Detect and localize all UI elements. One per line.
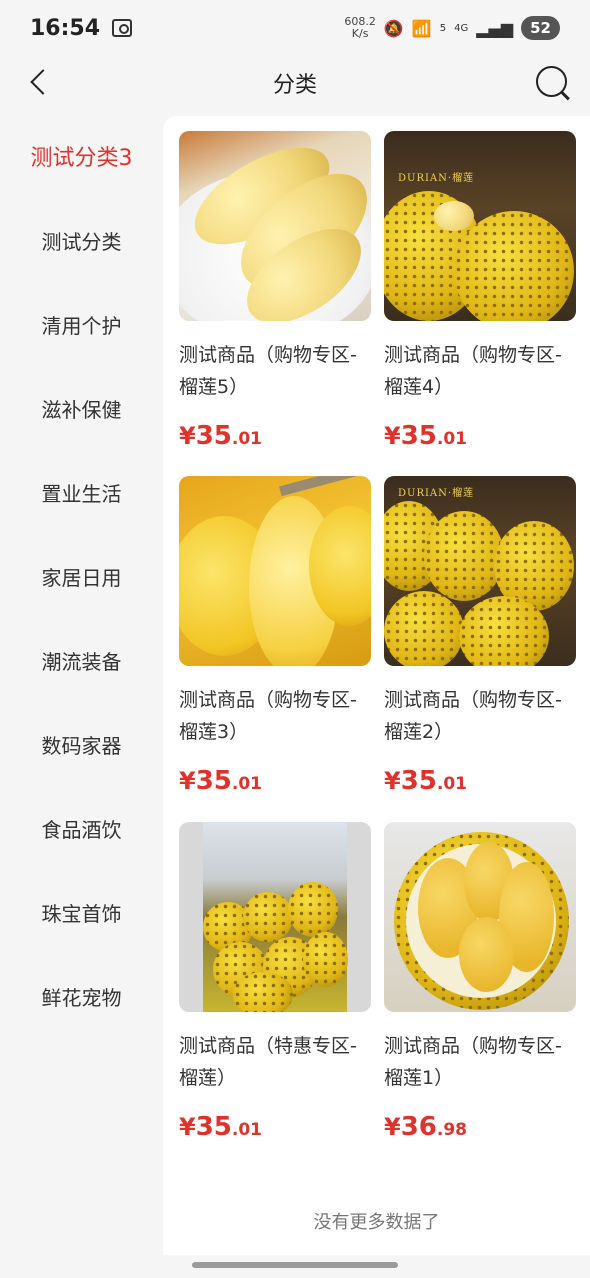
- sidebar-item-digital[interactable]: 数码家器: [0, 714, 163, 774]
- price-decimal: .01: [231, 774, 263, 794]
- product-card[interactable]: DURIAN·榴莲 测试商品（购物专区-榴莲2） ¥35.01: [384, 476, 576, 796]
- durian-fruit: [459, 596, 549, 666]
- nav-bar: 分类: [0, 56, 590, 110]
- wifi-icon: 📶: [411, 18, 432, 38]
- page-title: 分类: [272, 73, 317, 98]
- product-image[interactable]: DURIAN·榴莲: [384, 476, 576, 666]
- product-image[interactable]: [179, 476, 371, 666]
- product-price: ¥35.01: [384, 421, 576, 451]
- price-decimal: .01: [436, 774, 468, 794]
- mute-icon: 🔕: [383, 18, 404, 38]
- price-symbol: ¥: [179, 767, 196, 795]
- product-image[interactable]: [179, 822, 371, 1012]
- product-name[interactable]: 测试商品（购物专区-榴莲1）: [384, 1030, 576, 1094]
- status-right: 608.2 K/s 🔕 📶 5 4G ▂▄▆ 52: [344, 16, 560, 40]
- home-indicator[interactable]: [192, 1262, 398, 1268]
- pulp-shape: [459, 917, 514, 992]
- product-name[interactable]: 测试商品（购物专区-榴莲3）: [179, 684, 371, 748]
- sidebar-item-flowers[interactable]: 鲜花宠物: [0, 966, 163, 1026]
- price-symbol: ¥: [179, 1113, 196, 1141]
- price-integer: 35: [400, 766, 437, 796]
- category-sidebar: 测试分类3 测试分类 清用个护 滋补保健 置业生活 家居日用 潮流装备 数码家器…: [0, 110, 163, 1255]
- product-card[interactable]: 测试商品（购物专区-榴莲5） ¥35.01: [179, 131, 371, 451]
- price-symbol: ¥: [384, 422, 401, 450]
- screen-record-icon: [112, 19, 133, 37]
- net-speed: 608.2 K/s: [344, 16, 376, 40]
- price-decimal: .01: [231, 429, 263, 449]
- price-symbol: ¥: [179, 422, 196, 450]
- no-more-data-text: 没有更多数据了: [313, 1212, 440, 1233]
- price-decimal: .98: [436, 1120, 468, 1140]
- price-decimal: .01: [436, 429, 468, 449]
- product-price: ¥35.01: [179, 766, 371, 796]
- product-card[interactable]: 测试商品（购物专区-榴莲1） ¥36.98: [384, 822, 576, 1142]
- product-name[interactable]: 测试商品（购物专区-榴莲4）: [384, 339, 576, 403]
- price-integer: 36: [400, 1112, 437, 1142]
- product-image[interactable]: [179, 131, 371, 321]
- price-symbol: ¥: [384, 1113, 401, 1141]
- product-image[interactable]: DURIAN·榴莲: [384, 131, 576, 321]
- durian-sign: DURIAN·榴莲: [398, 173, 475, 184]
- durian-fruit: [303, 932, 348, 987]
- network-type: 4G: [454, 22, 469, 34]
- product-price: ¥35.01: [179, 1112, 371, 1142]
- price-integer: 35: [195, 1112, 232, 1142]
- wifi-level: 5: [439, 22, 447, 34]
- price-integer: 35: [195, 766, 232, 796]
- durian-fruit: [454, 211, 574, 321]
- product-card[interactable]: 测试商品（购物专区-榴莲3） ¥35.01: [179, 476, 371, 796]
- product-card[interactable]: DURIAN·榴莲 测试商品（购物专区-榴莲4） ¥35.01: [384, 131, 576, 451]
- price-symbol: ¥: [384, 767, 401, 795]
- pulp-shape: [434, 201, 474, 231]
- durian-fruit: [233, 972, 293, 1012]
- price-integer: 35: [195, 421, 232, 451]
- durian-fruit: [243, 892, 293, 942]
- sidebar-item-test-category[interactable]: 测试分类: [0, 210, 163, 270]
- sidebar-item-test-category-3[interactable]: 测试分类3: [0, 126, 163, 186]
- sidebar-item-food[interactable]: 食品酒饮: [0, 798, 163, 858]
- signal-icon: ▂▄▆: [476, 18, 514, 38]
- sidebar-item-living[interactable]: 置业生活: [0, 462, 163, 522]
- status-time: 16:54: [30, 15, 101, 41]
- durian-sign: DURIAN·榴莲: [398, 488, 475, 499]
- sidebar-item-home[interactable]: 家居日用: [0, 546, 163, 606]
- sidebar-item-fashion[interactable]: 潮流装备: [0, 630, 163, 690]
- price-decimal: .01: [231, 1120, 263, 1140]
- market-photo: [203, 822, 348, 1012]
- net-speed-unit: K/s: [351, 27, 369, 40]
- fork-shape: [279, 476, 359, 497]
- product-price: ¥35.01: [384, 766, 576, 796]
- product-name[interactable]: 测试商品（购物专区-榴莲2）: [384, 684, 576, 748]
- back-icon[interactable]: [26, 69, 52, 95]
- price-integer: 35: [400, 421, 437, 451]
- sidebar-item-jewelry[interactable]: 珠宝首饰: [0, 882, 163, 942]
- durian-fruit: [424, 511, 504, 601]
- battery-badge: 52: [521, 16, 560, 40]
- product-image[interactable]: [384, 822, 576, 1012]
- product-name[interactable]: 测试商品（特惠专区-榴莲）: [179, 1030, 371, 1094]
- status-bar: 16:54 608.2 K/s 🔕 📶 5 4G ▂▄▆ 52: [0, 0, 590, 56]
- durian-fruit: [384, 591, 464, 666]
- sidebar-item-personal-care[interactable]: 清用个护: [0, 294, 163, 354]
- sidebar-item-health[interactable]: 滋补保健: [0, 378, 163, 438]
- product-price: ¥36.98: [384, 1112, 576, 1142]
- product-card[interactable]: 测试商品（特惠专区-榴莲） ¥35.01: [179, 822, 371, 1142]
- product-grid: 测试商品（购物专区-榴莲5） ¥35.01 DURIAN·榴莲 测试商品（购物专…: [163, 116, 590, 1255]
- product-name[interactable]: 测试商品（购物专区-榴莲5）: [179, 339, 371, 403]
- search-icon[interactable]: [534, 64, 572, 102]
- durian-fruit: [288, 882, 338, 937]
- product-price: ¥35.01: [179, 421, 371, 451]
